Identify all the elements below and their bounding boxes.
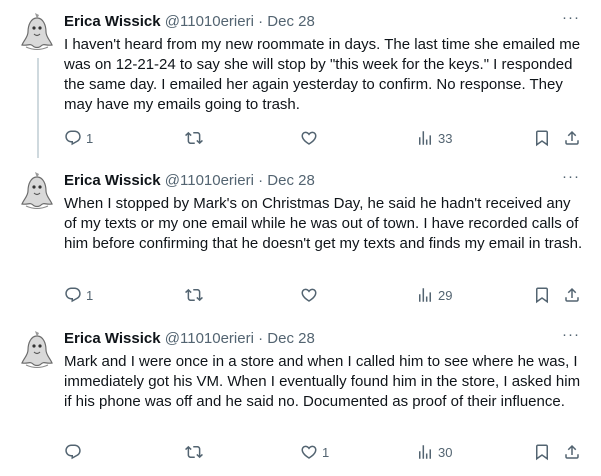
separator-dot: · bbox=[258, 330, 264, 347]
bookmark-icon bbox=[533, 129, 551, 147]
tweet-text: Mark and I were once in a store and when… bbox=[64, 353, 581, 410]
tweet-2[interactable]: Erica Wissick @11010erieri · Dec 28 ··· … bbox=[0, 158, 601, 320]
tweet-1[interactable]: Erica Wissick @11010erieri · Dec 28 ··· … bbox=[0, 0, 601, 166]
views-icon bbox=[416, 443, 434, 461]
display-name[interactable]: Erica Wissick bbox=[64, 330, 161, 347]
views-icon bbox=[416, 286, 434, 304]
repost-button[interactable] bbox=[185, 440, 207, 464]
avatar-ghost-icon bbox=[16, 171, 58, 213]
views-count: 29 bbox=[438, 287, 453, 303]
avatar[interactable] bbox=[16, 12, 58, 54]
reply-button[interactable]: 1 bbox=[64, 283, 93, 307]
bookmark-button[interactable] bbox=[533, 126, 551, 150]
display-name[interactable]: Erica Wissick bbox=[64, 13, 161, 30]
repost-icon bbox=[185, 286, 203, 304]
bookmark-icon bbox=[533, 443, 551, 461]
like-button[interactable] bbox=[300, 283, 322, 307]
reply-icon bbox=[64, 129, 82, 147]
tweet-date[interactable]: Dec 28 bbox=[267, 172, 315, 189]
user-handle[interactable]: @11010erieri bbox=[165, 330, 254, 347]
repost-icon bbox=[185, 443, 203, 461]
views-button[interactable]: 29 bbox=[416, 283, 452, 307]
avatar-ghost-icon bbox=[16, 12, 58, 54]
reply-icon bbox=[64, 443, 82, 461]
bookmark-icon bbox=[533, 286, 551, 304]
like-icon bbox=[300, 129, 318, 147]
tweet-date[interactable]: Dec 28 bbox=[267, 330, 315, 347]
reply-count: 1 bbox=[86, 287, 94, 303]
avatar-ghost-icon bbox=[16, 330, 58, 372]
user-handle[interactable]: @11010erieri bbox=[165, 13, 254, 30]
thread-connector-line bbox=[37, 58, 39, 166]
share-button[interactable] bbox=[563, 283, 581, 307]
avatar[interactable] bbox=[16, 171, 58, 213]
user-handle[interactable]: @11010erieri bbox=[165, 172, 254, 189]
reply-icon bbox=[64, 286, 82, 304]
tweet-date[interactable]: Dec 28 bbox=[267, 13, 315, 30]
tweet-text: I haven't heard from my new roommate in … bbox=[64, 36, 581, 113]
repost-button[interactable] bbox=[185, 283, 207, 307]
action-bar: 1 30 bbox=[56, 440, 591, 464]
tweet-3[interactable]: Erica Wissick @11010erieri · Dec 28 ··· … bbox=[0, 320, 601, 476]
action-bar: 1 29 bbox=[56, 283, 591, 307]
share-icon bbox=[563, 443, 581, 461]
tweet-header: Erica Wissick @11010erieri · Dec 28 bbox=[64, 171, 581, 191]
views-button[interactable]: 30 bbox=[416, 440, 452, 464]
bookmark-button[interactable] bbox=[533, 440, 551, 464]
more-icon[interactable]: ··· bbox=[561, 327, 581, 349]
bookmark-button[interactable] bbox=[533, 283, 551, 307]
share-icon bbox=[563, 286, 581, 304]
tweet-header: Erica Wissick @11010erieri · Dec 28 bbox=[64, 12, 581, 32]
more-icon[interactable]: ··· bbox=[561, 10, 581, 32]
avatar[interactable] bbox=[16, 330, 58, 372]
like-icon bbox=[300, 443, 318, 461]
views-button[interactable]: 33 bbox=[416, 126, 452, 150]
reply-count: 1 bbox=[86, 130, 94, 146]
like-button[interactable] bbox=[300, 126, 322, 150]
repost-button[interactable] bbox=[185, 126, 207, 150]
views-count: 33 bbox=[438, 130, 453, 146]
separator-dot: · bbox=[258, 13, 264, 30]
share-button[interactable] bbox=[563, 126, 581, 150]
tweet-header: Erica Wissick @11010erieri · Dec 28 bbox=[64, 329, 581, 349]
share-button[interactable] bbox=[563, 440, 581, 464]
display-name[interactable]: Erica Wissick bbox=[64, 172, 161, 189]
views-icon bbox=[416, 129, 434, 147]
like-button[interactable]: 1 bbox=[300, 440, 329, 464]
action-bar: 1 33 bbox=[56, 126, 591, 150]
repost-icon bbox=[185, 129, 203, 147]
tweet-text: When I stopped by Mark's on Christmas Da… bbox=[64, 195, 583, 252]
share-icon bbox=[563, 129, 581, 147]
reply-button[interactable] bbox=[64, 440, 86, 464]
reply-button[interactable]: 1 bbox=[64, 126, 93, 150]
separator-dot: · bbox=[258, 172, 264, 189]
more-icon[interactable]: ··· bbox=[561, 169, 581, 191]
like-icon bbox=[300, 286, 318, 304]
views-count: 30 bbox=[438, 444, 453, 460]
like-count: 1 bbox=[322, 444, 330, 460]
